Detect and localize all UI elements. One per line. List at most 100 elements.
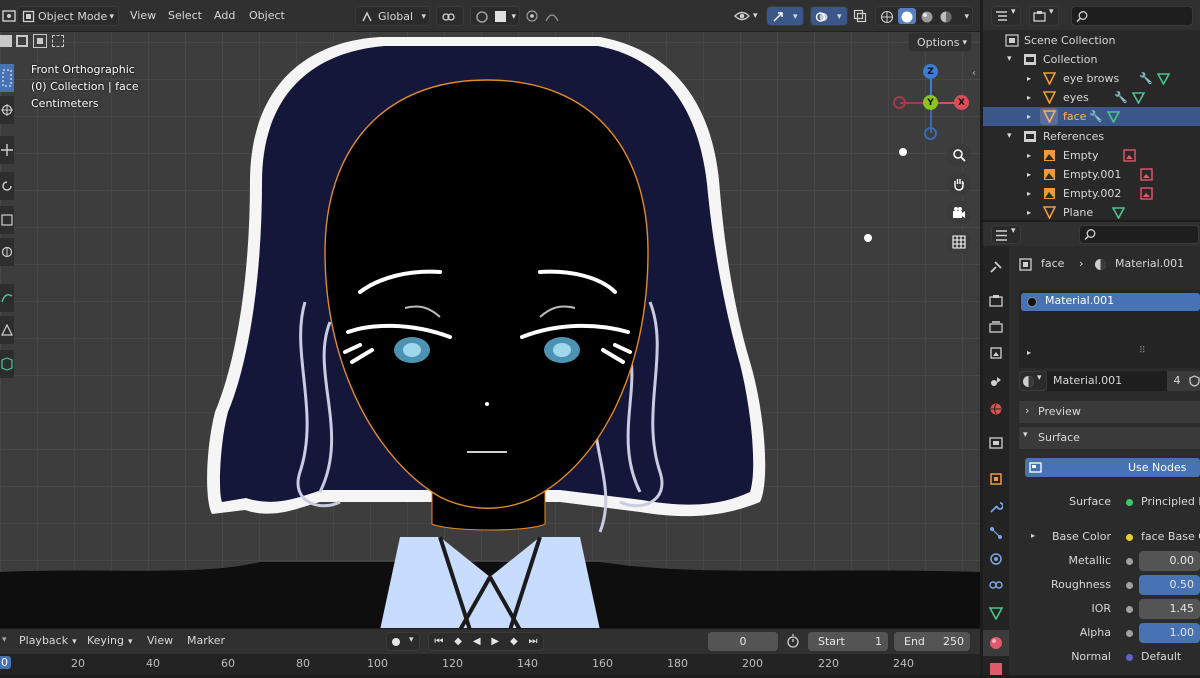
tab-world[interactable] — [987, 400, 1005, 418]
current-frame-field[interactable]: 0 — [708, 632, 778, 651]
play-icon[interactable]: ▶ — [491, 636, 499, 647]
camera-view-button[interactable] — [947, 201, 971, 225]
3d-viewport[interactable]: Front Orthographic (0) Collection | face… — [0, 32, 980, 630]
pan-button[interactable] — [947, 172, 971, 196]
shading-group[interactable]: ▾ — [875, 6, 973, 26]
navigation-gizmo[interactable]: Z Y X — [893, 64, 975, 147]
panel-surface-header[interactable]: ▾ Surface — [1019, 427, 1200, 449]
outliner-row-empty-001[interactable]: ▸ Empty.001 — [983, 165, 1200, 184]
snap-group[interactable]: ▾ — [470, 6, 520, 26]
value-socket-icon[interactable] — [1126, 582, 1133, 589]
gizmo-toggle[interactable]: ▾ — [766, 6, 804, 26]
ortho-toggle-button[interactable] — [947, 230, 971, 254]
value-socket-icon[interactable] — [1126, 606, 1133, 613]
end-frame-field[interactable]: End 250 — [894, 632, 970, 651]
gizmo-neg-x[interactable] — [893, 96, 906, 109]
tab-object[interactable] — [987, 470, 1005, 488]
fake-user-button[interactable] — [1187, 371, 1200, 391]
playback-controls[interactable]: ⏮ ◆ ◀ ▶ ◆ ⏭ — [428, 632, 544, 651]
tab-texture[interactable] — [987, 660, 1005, 678]
image-data-icon[interactable] — [1123, 149, 1136, 162]
filter-dropdown[interactable]: ▾ — [1029, 6, 1059, 26]
auto-keying-toggle[interactable]: ▾ — [386, 632, 420, 651]
outliner-row-empty-002[interactable]: ▸ Empty.002 — [983, 184, 1200, 203]
tab-constraints[interactable] — [987, 576, 1005, 594]
use-nodes-button[interactable]: Use Nodes — [1025, 458, 1200, 477]
zoom-button[interactable] — [947, 143, 971, 167]
prev-keyframe-icon[interactable]: ◆ — [454, 636, 462, 647]
tab-particles[interactable] — [987, 524, 1005, 542]
outliner-row-eye-brows[interactable]: ▸ eye brows 🔧 — [983, 69, 1200, 88]
outliner-row-references[interactable]: ▾ References — [983, 127, 1200, 146]
mesh-data-icon[interactable] — [1112, 206, 1125, 219]
expand-right-icon[interactable]: ▸ — [1027, 165, 1031, 184]
outliner-row-scene-collection[interactable]: Scene Collection — [983, 31, 1200, 50]
falloff-button[interactable] — [545, 6, 563, 26]
tab-modifiers[interactable] — [987, 498, 1005, 516]
mode-dropdown[interactable]: Object Mode ▾ — [17, 6, 119, 26]
playhead-label[interactable]: 0 — [0, 656, 11, 669]
roughness-field[interactable]: 0.50 — [1139, 575, 1200, 595]
menu-timeline-view[interactable]: View — [147, 634, 173, 647]
proportional-edit-button[interactable] — [525, 6, 545, 26]
browse-material-dropdown[interactable]: ▾ — [1019, 371, 1047, 391]
outliner-row-collection[interactable]: ▾ Collection — [983, 50, 1200, 69]
ior-field[interactable]: 1.45 — [1139, 599, 1200, 619]
properties-editor-type[interactable]: ▾ — [991, 225, 1021, 244]
tab-tool[interactable] — [987, 258, 1005, 276]
jump-end-icon[interactable]: ⏭ — [529, 636, 538, 647]
menu-add[interactable]: Add — [214, 6, 235, 26]
material-slot-list[interactable]: Material.001 ▸ ⠿ — [1019, 290, 1200, 368]
expand-right-icon[interactable]: ▸ — [1027, 146, 1031, 165]
mesh-data-icon[interactable] — [1107, 110, 1120, 123]
outliner-row-face[interactable]: ▸ face 🔧 — [983, 107, 1200, 126]
color-socket-icon[interactable] — [1126, 534, 1133, 541]
mesh-data-icon[interactable] — [1157, 72, 1170, 85]
expand-right-icon[interactable]: ▸ — [1027, 184, 1031, 203]
expand-down-icon[interactable]: ▾ — [1007, 50, 1012, 69]
gizmo-neg-z[interactable] — [924, 127, 937, 140]
visibility-dropdown[interactable]: ▾ — [732, 6, 762, 26]
outliner-row-empty[interactable]: ▸ Empty — [983, 146, 1200, 165]
next-keyframe-icon[interactable]: ◆ — [510, 636, 518, 647]
material-user-count[interactable]: 4 — [1167, 371, 1187, 391]
xray-toggle[interactable] — [853, 6, 871, 26]
expand-down-icon[interactable]: ▾ — [1007, 127, 1012, 146]
metallic-field[interactable]: 0.00 — [1139, 551, 1200, 571]
normal-field[interactable]: Default — [1141, 647, 1181, 667]
menu-select[interactable]: Select — [168, 6, 202, 26]
menu-marker[interactable]: Marker — [187, 634, 225, 647]
gizmo-x-axis[interactable]: X — [954, 95, 969, 110]
material-name-field[interactable]: Material.001 — [1047, 371, 1167, 391]
tab-output[interactable] — [987, 318, 1005, 336]
tab-data[interactable] — [987, 604, 1005, 622]
gizmo-z-axis[interactable]: Z — [923, 64, 938, 79]
transform-orientation-dropdown[interactable]: Global ▾ — [355, 6, 430, 26]
image-data-icon[interactable] — [1140, 168, 1153, 181]
value-socket-icon[interactable] — [1126, 630, 1133, 637]
outliner-row-plane[interactable]: ▸ Plane — [983, 203, 1200, 220]
start-frame-field[interactable]: Start 1 — [808, 632, 888, 651]
expand-right-icon[interactable]: ▸ — [1027, 203, 1031, 222]
panel-preview-header[interactable]: › Preview — [1019, 401, 1200, 423]
tab-physics[interactable] — [987, 550, 1005, 568]
overlays-toggle[interactable]: ▾ — [810, 6, 848, 26]
alpha-field[interactable]: 1.00 — [1139, 623, 1200, 643]
pivot-dropdown[interactable] — [436, 6, 464, 26]
tab-material[interactable] — [983, 630, 1009, 656]
jump-start-icon[interactable]: ⏮ — [434, 636, 443, 647]
expand-right-icon[interactable]: ▸ — [1027, 88, 1031, 107]
vector-socket-icon[interactable] — [1126, 654, 1133, 661]
editor-type-button[interactable] — [2, 6, 18, 26]
modifier-wrench-icon[interactable]: 🔧 — [1139, 69, 1153, 88]
expand-right-icon[interactable]: ▸ — [1027, 348, 1031, 357]
base-color-field[interactable]: face Base C — [1141, 527, 1200, 547]
display-mode-dropdown[interactable]: ▾ — [991, 6, 1021, 26]
preview-range-button[interactable] — [786, 634, 802, 651]
tab-view-layer[interactable] — [987, 344, 1005, 362]
mesh-data-icon[interactable] — [1132, 91, 1145, 104]
resize-handle-icon[interactable]: ⠿ — [1139, 346, 1146, 356]
modifier-wrench-icon[interactable]: 🔧 — [1089, 107, 1103, 126]
outliner-search-input[interactable] — [1071, 6, 1193, 26]
modifier-wrench-icon[interactable]: 🔧 — [1114, 88, 1128, 107]
